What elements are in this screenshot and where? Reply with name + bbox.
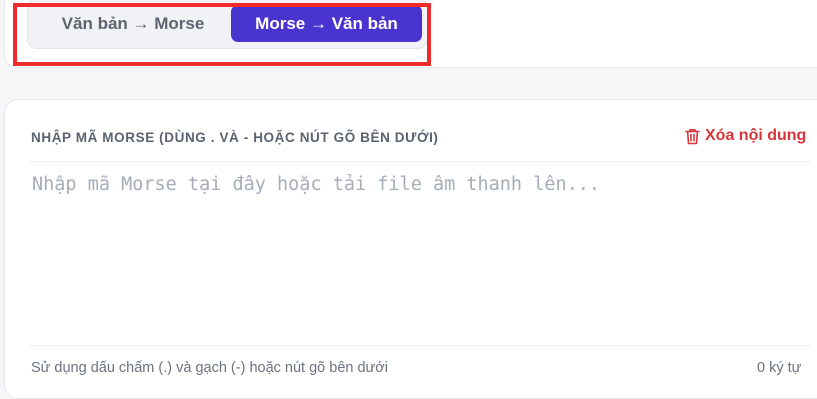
text-to-morse-tab[interactable]: Văn bản → Morse <box>38 5 228 42</box>
mode-card: Văn bản → Morse Morse → Văn bản <box>4 0 817 68</box>
morse-input-card: NHẬP MÃ MORSE (DÙNG . VÀ - HOẶC NÚT GÕ B… <box>4 99 817 399</box>
char-count: 0 ký tự <box>757 360 802 376</box>
clear-content-button[interactable]: Xóa nội dung <box>685 127 806 145</box>
morse-input[interactable] <box>32 174 802 339</box>
trash-icon <box>685 128 700 145</box>
divider <box>30 345 810 346</box>
input-hint: Sử dụng dấu chấm (.) và gạch (-) hoặc nú… <box>31 360 388 376</box>
mode-toggle: Văn bản → Morse Morse → Văn bản <box>27 0 428 49</box>
morse-to-text-tab[interactable]: Morse → Văn bản <box>231 5 422 42</box>
clear-content-label: Xóa nội dung <box>705 127 807 144</box>
divider <box>30 161 810 162</box>
morse-input-label: NHẬP MÃ MORSE (DÙNG . VÀ - HOẶC NÚT GÕ B… <box>31 130 439 145</box>
